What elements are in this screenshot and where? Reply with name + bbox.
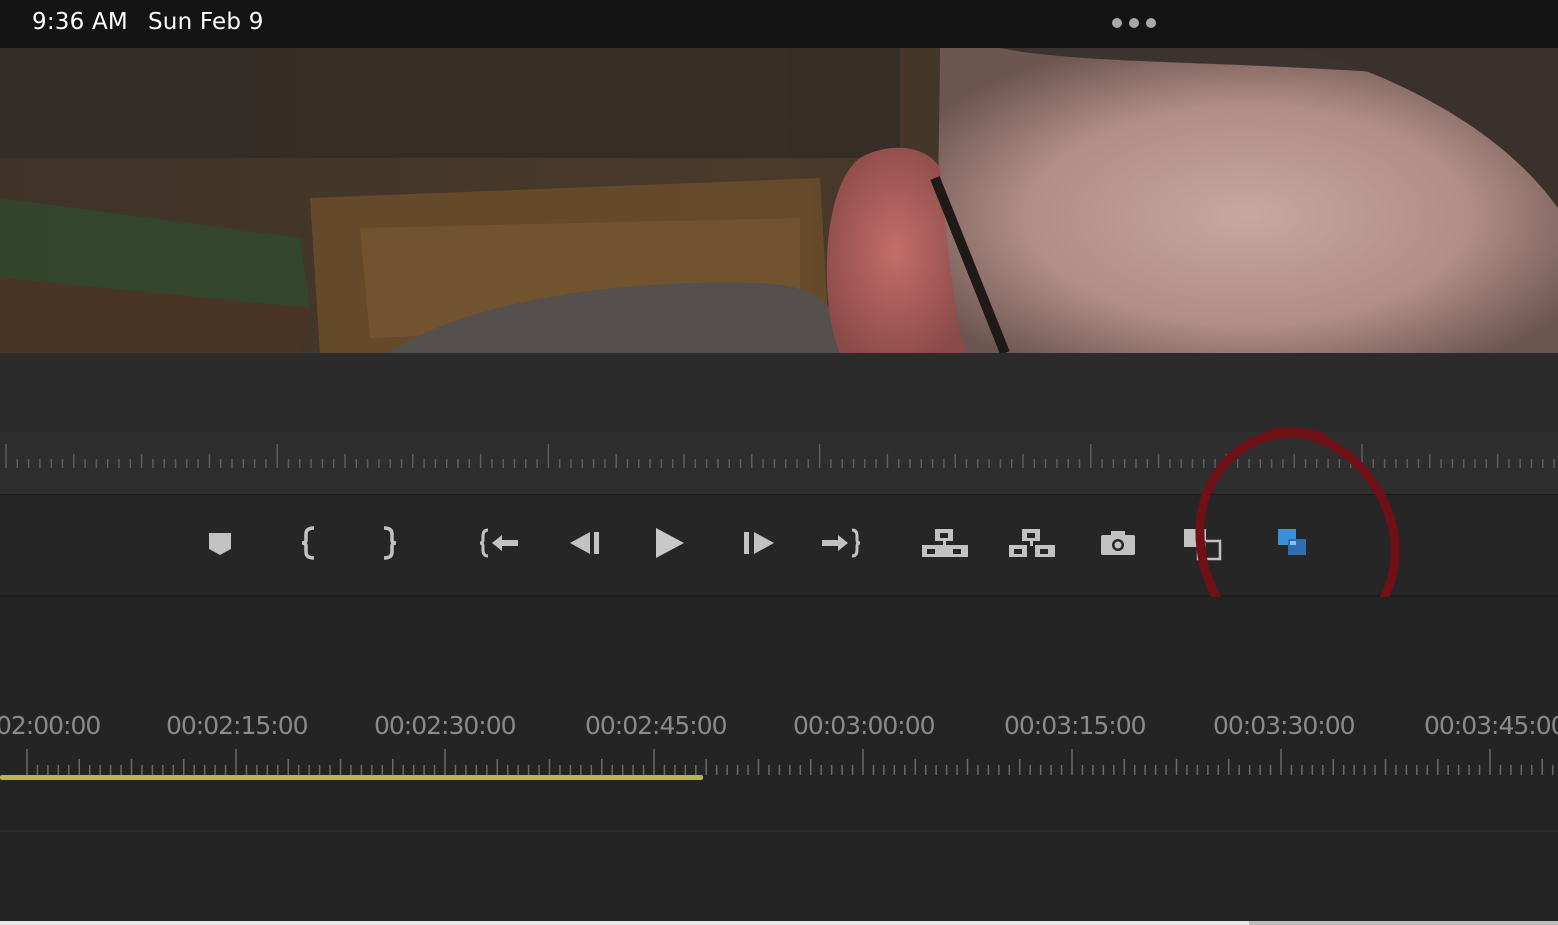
timeline-ruler[interactable] bbox=[0, 747, 1558, 777]
timecode-label: 00:02:30:00 bbox=[374, 711, 517, 740]
lift-icon bbox=[922, 529, 968, 557]
play-icon bbox=[656, 528, 684, 558]
lift-button[interactable] bbox=[915, 517, 975, 569]
status-time: 9:36 AM bbox=[32, 9, 128, 35]
step-back-icon bbox=[570, 532, 599, 554]
timecode-label: 00:03:45:00 bbox=[1424, 711, 1558, 740]
status-bar: 9:36 AM Sun Feb 9 bbox=[0, 0, 1558, 48]
marker-icon bbox=[209, 533, 231, 555]
playhead-ruler[interactable] bbox=[0, 432, 1558, 494]
timecode-label: 02:00:00 bbox=[0, 711, 101, 740]
export-frame-button[interactable] bbox=[1088, 517, 1148, 569]
timeline-panel: 02:00:00 00:02:15:00 00:02:30:00 00:02:4… bbox=[0, 597, 1558, 921]
multi-camera-icon bbox=[1278, 529, 1306, 555]
horizontal-scrollbar[interactable] bbox=[0, 921, 1558, 925]
multi-camera-button[interactable] bbox=[1262, 517, 1322, 569]
video-frame bbox=[0, 48, 1558, 353]
go-to-in-icon bbox=[479, 528, 518, 558]
comparison-view-button[interactable] bbox=[1172, 517, 1232, 569]
go-to-in-button[interactable] bbox=[470, 517, 530, 569]
timecode-label: 00:03:30:00 bbox=[1213, 711, 1356, 740]
comparison-view-icon bbox=[1184, 529, 1222, 561]
work-area-bar[interactable] bbox=[0, 775, 703, 780]
camera-icon bbox=[1101, 531, 1135, 555]
step-back-button[interactable] bbox=[556, 517, 616, 569]
ellipsis-icon[interactable] bbox=[1110, 18, 1158, 30]
mark-in-button[interactable] bbox=[280, 517, 340, 569]
play-button[interactable] bbox=[640, 517, 700, 569]
go-to-out-button[interactable] bbox=[810, 517, 870, 569]
timecode-label: 00:03:15:00 bbox=[1004, 711, 1147, 740]
extract-icon bbox=[1009, 529, 1055, 557]
mark-out-button[interactable] bbox=[358, 517, 418, 569]
add-marker-button[interactable] bbox=[190, 517, 250, 569]
transport-controls bbox=[0, 494, 1558, 598]
timecode-label: 00:02:15:00 bbox=[166, 711, 309, 740]
timecode-label: 00:03:00:00 bbox=[793, 711, 936, 740]
status-date: Sun Feb 9 bbox=[148, 9, 264, 35]
mark-in-icon bbox=[301, 526, 315, 560]
timecode-label: 00:02:45:00 bbox=[585, 711, 728, 740]
mark-out-icon bbox=[383, 526, 397, 560]
go-to-out-icon bbox=[822, 528, 861, 558]
step-forward-button[interactable] bbox=[728, 517, 788, 569]
extract-button[interactable] bbox=[1002, 517, 1062, 569]
track-divider bbox=[0, 830, 1558, 832]
step-forward-icon bbox=[744, 532, 774, 554]
monitor-controls-area bbox=[0, 353, 1558, 443]
scrollbar-thumb[interactable] bbox=[1249, 921, 1558, 925]
